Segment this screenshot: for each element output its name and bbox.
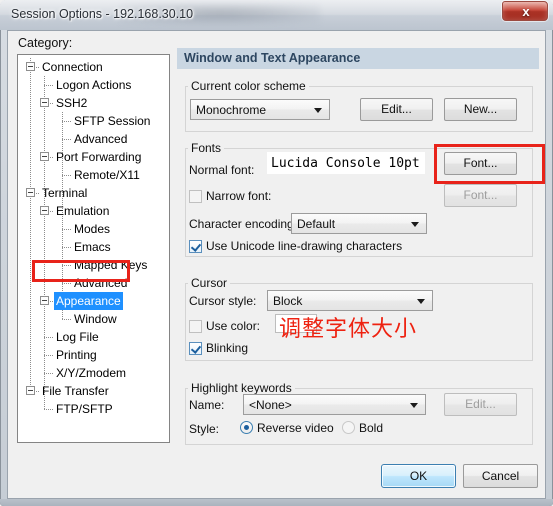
sidebar-item-label: Emulation: [56, 204, 110, 218]
sidebar-item-label: Advanced: [74, 276, 128, 290]
sidebar-item-advanced[interactable]: Advanced: [18, 274, 169, 292]
fonts-group-title: Fonts: [188, 141, 225, 155]
use-color-checkbox[interactable]: [189, 320, 202, 333]
sidebar-item-label: Printing: [56, 348, 97, 362]
color-scheme-select[interactable]: Monochrome: [190, 99, 330, 120]
unicode-linedraw-checkbox[interactable]: [189, 240, 202, 253]
sidebar-item-emacs[interactable]: Emacs: [18, 238, 169, 256]
style-bold-label: Bold: [359, 421, 384, 435]
tree-collapse-icon[interactable]: [40, 152, 49, 161]
highlight-name-label: Name:: [189, 398, 225, 412]
chevron-down-icon: [411, 222, 419, 227]
normal-font-button[interactable]: Font...: [444, 152, 517, 175]
sidebar-item-port-forwarding[interactable]: Port Forwarding: [18, 148, 169, 166]
tree-collapse-icon[interactable]: [40, 206, 49, 215]
sidebar-item-window[interactable]: Window: [18, 310, 169, 328]
session-options-dialog: Session Options - 192.168.30.10 x Catego…: [0, 0, 553, 506]
sidebar-item-label: Emacs: [74, 240, 111, 254]
panel-title: Window and Text Appearance: [184, 51, 361, 65]
tree-collapse-icon[interactable]: [26, 62, 35, 71]
sidebar-item-label: Window: [74, 312, 117, 326]
style-reverse-video-label: Reverse video: [257, 421, 334, 435]
sidebar-item-emulation[interactable]: Emulation: [18, 202, 169, 220]
close-button[interactable]: x: [502, 1, 548, 21]
sidebar-item-label: Advanced: [74, 132, 128, 146]
sidebar-item-label: File Transfer: [42, 384, 109, 398]
sidebar-item-label: Logon Actions: [56, 78, 132, 92]
tree-collapse-icon[interactable]: [26, 188, 35, 197]
sidebar-item-logon-actions[interactable]: Logon Actions: [18, 76, 169, 94]
cursor-style-select[interactable]: Block: [267, 290, 433, 311]
unicode-linedraw-label: Use Unicode line-drawing characters: [206, 239, 403, 253]
sidebar-item-label: Modes: [74, 222, 111, 236]
sidebar-item-label: X/Y/Zmodem: [56, 366, 127, 380]
sidebar-item-label: Remote/X11: [74, 168, 140, 182]
sidebar-item-label: Mapped Keys: [74, 258, 148, 272]
cursor-color-swatch[interactable]: [275, 314, 317, 333]
tree-collapse-icon[interactable]: [26, 386, 35, 395]
color-scheme-edit-button[interactable]: Edit...: [360, 98, 433, 121]
cancel-button[interactable]: Cancel: [463, 464, 538, 488]
category-tree[interactable]: Connection Logon Actions SSH2 SFTP Session A…: [17, 54, 170, 443]
color-scheme-new-button[interactable]: New...: [444, 98, 517, 121]
highlight-name-select[interactable]: <None>: [243, 394, 426, 415]
sidebar-item-file-transfer[interactable]: File Transfer: [18, 382, 169, 400]
chevron-down-icon: [410, 403, 418, 408]
narrow-font-label: Narrow font:: [206, 189, 272, 203]
sidebar-item-connection[interactable]: Connection: [18, 58, 169, 76]
narrow-font-button: Font...: [444, 184, 517, 207]
sidebar-item-terminal[interactable]: Terminal: [18, 184, 169, 202]
category-label: Category:: [18, 36, 73, 50]
color-scheme-group-title: Current color scheme: [188, 79, 309, 93]
sidebar-item-label: SFTP Session: [74, 114, 151, 128]
normal-font-label: Normal font:: [189, 163, 255, 177]
sidebar-item-label: Appearance: [54, 292, 123, 310]
window-title: Session Options - 192.168.30.10: [11, 7, 194, 21]
character-encoding-label: Character encoding:: [189, 217, 298, 231]
sidebar-item-label: SSH2: [56, 96, 88, 110]
sidebar-item-appearance[interactable]: Appearance: [18, 292, 169, 310]
ok-button[interactable]: OK: [381, 464, 456, 488]
use-color-label: Use color:: [206, 319, 261, 333]
panel-header: Window and Text Appearance: [177, 48, 539, 69]
cursor-style-label: Cursor style:: [189, 294, 257, 308]
tree-collapse-icon[interactable]: [40, 296, 49, 305]
narrow-font-checkbox[interactable]: [189, 190, 202, 203]
highlight-name-value: <None>: [249, 398, 292, 412]
sidebar-item-x-y-zmodem[interactable]: X/Y/Zmodem: [18, 364, 169, 382]
sidebar-item-sftp-session[interactable]: SFTP Session: [18, 112, 169, 130]
blinking-label: Blinking: [206, 341, 249, 355]
sidebar-item-remote-x11[interactable]: Remote/X11: [18, 166, 169, 184]
normal-font-preview: Lucida Console 10pt: [267, 152, 425, 174]
blinking-checkbox[interactable]: [189, 342, 202, 355]
sidebar-item-label: FTP/SFTP: [56, 402, 113, 416]
sidebar-item-advanced[interactable]: Advanced: [18, 130, 169, 148]
sidebar-item-ssh2[interactable]: SSH2: [18, 94, 169, 112]
tree-collapse-icon[interactable]: [40, 98, 49, 107]
character-encoding-value: Default: [297, 217, 336, 231]
sidebar-item-log-file[interactable]: Log File: [18, 328, 169, 346]
chevron-down-icon: [314, 108, 322, 113]
highlight-style-label: Style:: [189, 422, 220, 436]
style-reverse-video-radio[interactable]: [240, 421, 253, 434]
chevron-down-icon: [417, 299, 425, 304]
sidebar-item-printing[interactable]: Printing: [18, 346, 169, 364]
sidebar-item-ftp-sftp[interactable]: FTP/SFTP: [18, 400, 169, 418]
highlight-keywords-group-title: Highlight keywords: [188, 381, 295, 395]
color-scheme-value: Monochrome: [196, 103, 267, 117]
character-encoding-select[interactable]: Default: [291, 213, 427, 234]
close-icon: x: [522, 4, 530, 19]
sidebar-item-label: Connection: [42, 60, 103, 74]
sidebar-item-label: Port Forwarding: [56, 150, 142, 164]
sidebar-item-mapped-keys[interactable]: Mapped Keys: [18, 256, 169, 274]
sidebar-item-label: Log File: [56, 330, 99, 344]
style-bold-radio[interactable]: [342, 421, 355, 434]
sidebar-item-modes[interactable]: Modes: [18, 220, 169, 238]
cursor-style-value: Block: [273, 294, 303, 308]
sidebar-item-label: Terminal: [42, 186, 88, 200]
title-bar: Session Options - 192.168.30.10 x: [0, 0, 553, 30]
highlight-edit-button: Edit...: [444, 393, 517, 416]
cursor-group-title: Cursor: [188, 276, 231, 290]
window-bottom-edge: [0, 499, 553, 506]
